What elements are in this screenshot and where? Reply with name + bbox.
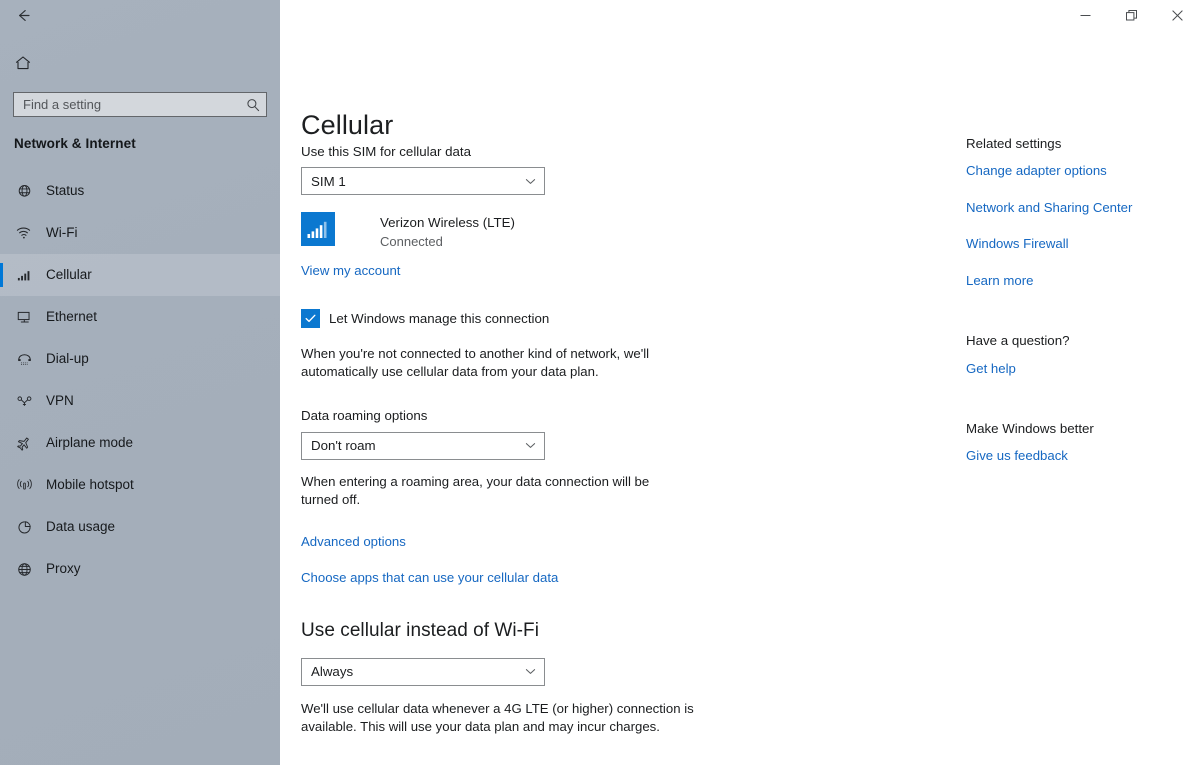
sidebar-category-title: Network & Internet <box>14 136 136 151</box>
advanced-options-link[interactable]: Advanced options <box>301 533 731 551</box>
learn-more-link[interactable]: Learn more <box>966 272 1200 290</box>
related-settings-panel: Related settings Change adapter options … <box>966 135 1200 466</box>
home-button[interactable] <box>9 49 37 77</box>
checkmark-icon <box>304 312 317 325</box>
back-button[interactable] <box>8 0 38 30</box>
manage-connection-label: Let Windows manage this connection <box>329 310 550 326</box>
sidebar-item-label: Cellular <box>46 267 92 283</box>
page-title: Cellular <box>301 110 394 141</box>
chevron-down-icon <box>524 666 536 678</box>
make-windows-better-heading: Make Windows better <box>966 420 1094 436</box>
sidebar-item-proxy[interactable]: Proxy <box>0 548 280 590</box>
airplane-icon <box>14 433 34 453</box>
chevron-down-icon <box>524 440 536 452</box>
data-roaming-select[interactable]: Don't roam <box>301 431 545 460</box>
windows-firewall-link[interactable]: Windows Firewall <box>966 235 1200 253</box>
network-sharing-center-link[interactable]: Network and Sharing Center <box>966 199 1200 217</box>
choose-apps-cellular-link[interactable]: Choose apps that can use your cellular d… <box>301 569 731 587</box>
vpn-key-icon <box>14 391 34 411</box>
phone-handset-icon <box>14 349 34 369</box>
manage-connection-checkbox[interactable] <box>301 308 320 328</box>
restore-button[interactable] <box>1108 0 1154 31</box>
pie-chart-icon <box>14 517 34 537</box>
manage-connection-row[interactable]: Let Windows manage this connection <box>301 308 731 328</box>
sidebar-item-cellular[interactable]: Cellular <box>0 254 280 296</box>
wifi-icon <box>14 223 34 243</box>
sidebar-item-label: Proxy <box>46 561 81 577</box>
sidebar-item-status[interactable]: Status <box>0 170 280 212</box>
carrier-name: Verizon Wireless (LTE) <box>380 215 515 231</box>
search-icon <box>246 98 260 112</box>
settings-main-column: Use this SIM for cellular data SIM 1 Ver… <box>301 143 731 765</box>
sim-select-value: SIM 1 <box>311 173 346 189</box>
make-windows-better-group: Make Windows better Give us feedback <box>966 420 1200 466</box>
window-controls <box>1062 0 1200 31</box>
home-icon <box>14 54 32 72</box>
sidebar-item-vpn[interactable]: VPN <box>0 380 280 422</box>
have-a-question-heading: Have a question? <box>966 333 1070 349</box>
data-roaming-value: Don't roam <box>311 438 376 454</box>
change-adapter-options-link[interactable]: Change adapter options <box>966 162 1200 180</box>
data-roaming-group: Data roaming options Don't roam When ent… <box>301 407 731 509</box>
sidebar: Network & Internet Status <box>0 0 280 765</box>
carrier-row: Verizon Wireless (LTE) Connected <box>301 212 731 251</box>
sidebar-item-label: Airplane mode <box>46 435 134 451</box>
sidebar-item-ethernet[interactable]: Ethernet <box>0 296 280 338</box>
give-us-feedback-link[interactable]: Give us feedback <box>966 447 1200 465</box>
globe-grid-icon <box>14 559 34 579</box>
carrier-status: Connected <box>380 233 443 249</box>
sidebar-item-mobile-hotspot[interactable]: Mobile hotspot <box>0 464 280 506</box>
related-settings-group: Related settings Change adapter options … <box>966 135 1200 290</box>
cellular-signal-icon <box>301 212 335 247</box>
chevron-down-icon <box>524 175 536 187</box>
get-help-link[interactable]: Get help <box>966 360 1200 378</box>
close-button[interactable] <box>1154 0 1200 31</box>
search-box[interactable] <box>13 92 267 117</box>
data-roaming-label: Data roaming options <box>301 408 428 424</box>
restore-icon <box>1125 10 1137 21</box>
data-roaming-description: When entering a roaming area, your data … <box>301 473 650 507</box>
view-my-account-link[interactable]: View my account <box>301 262 400 280</box>
cellular-instead-value: Always <box>311 664 354 680</box>
manage-connection-description: When you're not connected to another kin… <box>301 345 650 380</box>
related-settings-heading: Related settings <box>966 136 1062 151</box>
back-arrow-icon <box>15 7 32 24</box>
sidebar-item-dialup[interactable]: Dial-up <box>0 338 280 380</box>
sidebar-nav: Status Wi-Fi Cellular Ethernet Dial-up V… <box>0 170 280 590</box>
close-icon <box>1171 10 1183 21</box>
sidebar-item-label: Dial-up <box>46 351 89 367</box>
main-links: Advanced options Choose apps that can us… <box>301 533 731 587</box>
settings-window: Network & Internet Status <box>0 0 1200 765</box>
sidebar-item-label: VPN <box>46 393 74 409</box>
signal-bars-icon <box>14 265 34 285</box>
sidebar-item-wifi[interactable]: Wi-Fi <box>0 212 280 254</box>
sidebar-item-label: Wi-Fi <box>46 225 78 241</box>
sim-field-label: Use this SIM for cellular data <box>301 144 471 159</box>
minimize-icon <box>1080 10 1091 21</box>
monitor-icon <box>14 307 34 327</box>
globe-status-icon <box>14 181 34 201</box>
sim-select[interactable]: SIM 1 <box>301 167 545 196</box>
sidebar-item-label: Status <box>46 183 85 199</box>
sidebar-item-label: Data usage <box>46 519 116 535</box>
sidebar-item-airplane-mode[interactable]: Airplane mode <box>0 422 280 464</box>
carrier-text: Verizon Wireless (LTE) Connected <box>380 212 515 251</box>
cellular-instead-heading: Use cellular instead of Wi-Fi <box>301 620 539 641</box>
broadcast-icon <box>14 475 34 495</box>
cellular-instead-select[interactable]: Always <box>301 657 545 686</box>
sidebar-item-label: Ethernet <box>46 309 98 325</box>
sidebar-item-data-usage[interactable]: Data usage <box>0 506 280 548</box>
sidebar-item-label: Mobile hotspot <box>46 477 134 493</box>
have-a-question-group: Have a question? Get help <box>966 332 1200 378</box>
content-area: Cellular Use this SIM for cellular data … <box>280 0 1200 765</box>
cellular-instead-description: We'll use cellular data whenever a 4G LT… <box>301 700 694 734</box>
search-input[interactable] <box>23 93 246 116</box>
minimize-button[interactable] <box>1062 0 1108 31</box>
